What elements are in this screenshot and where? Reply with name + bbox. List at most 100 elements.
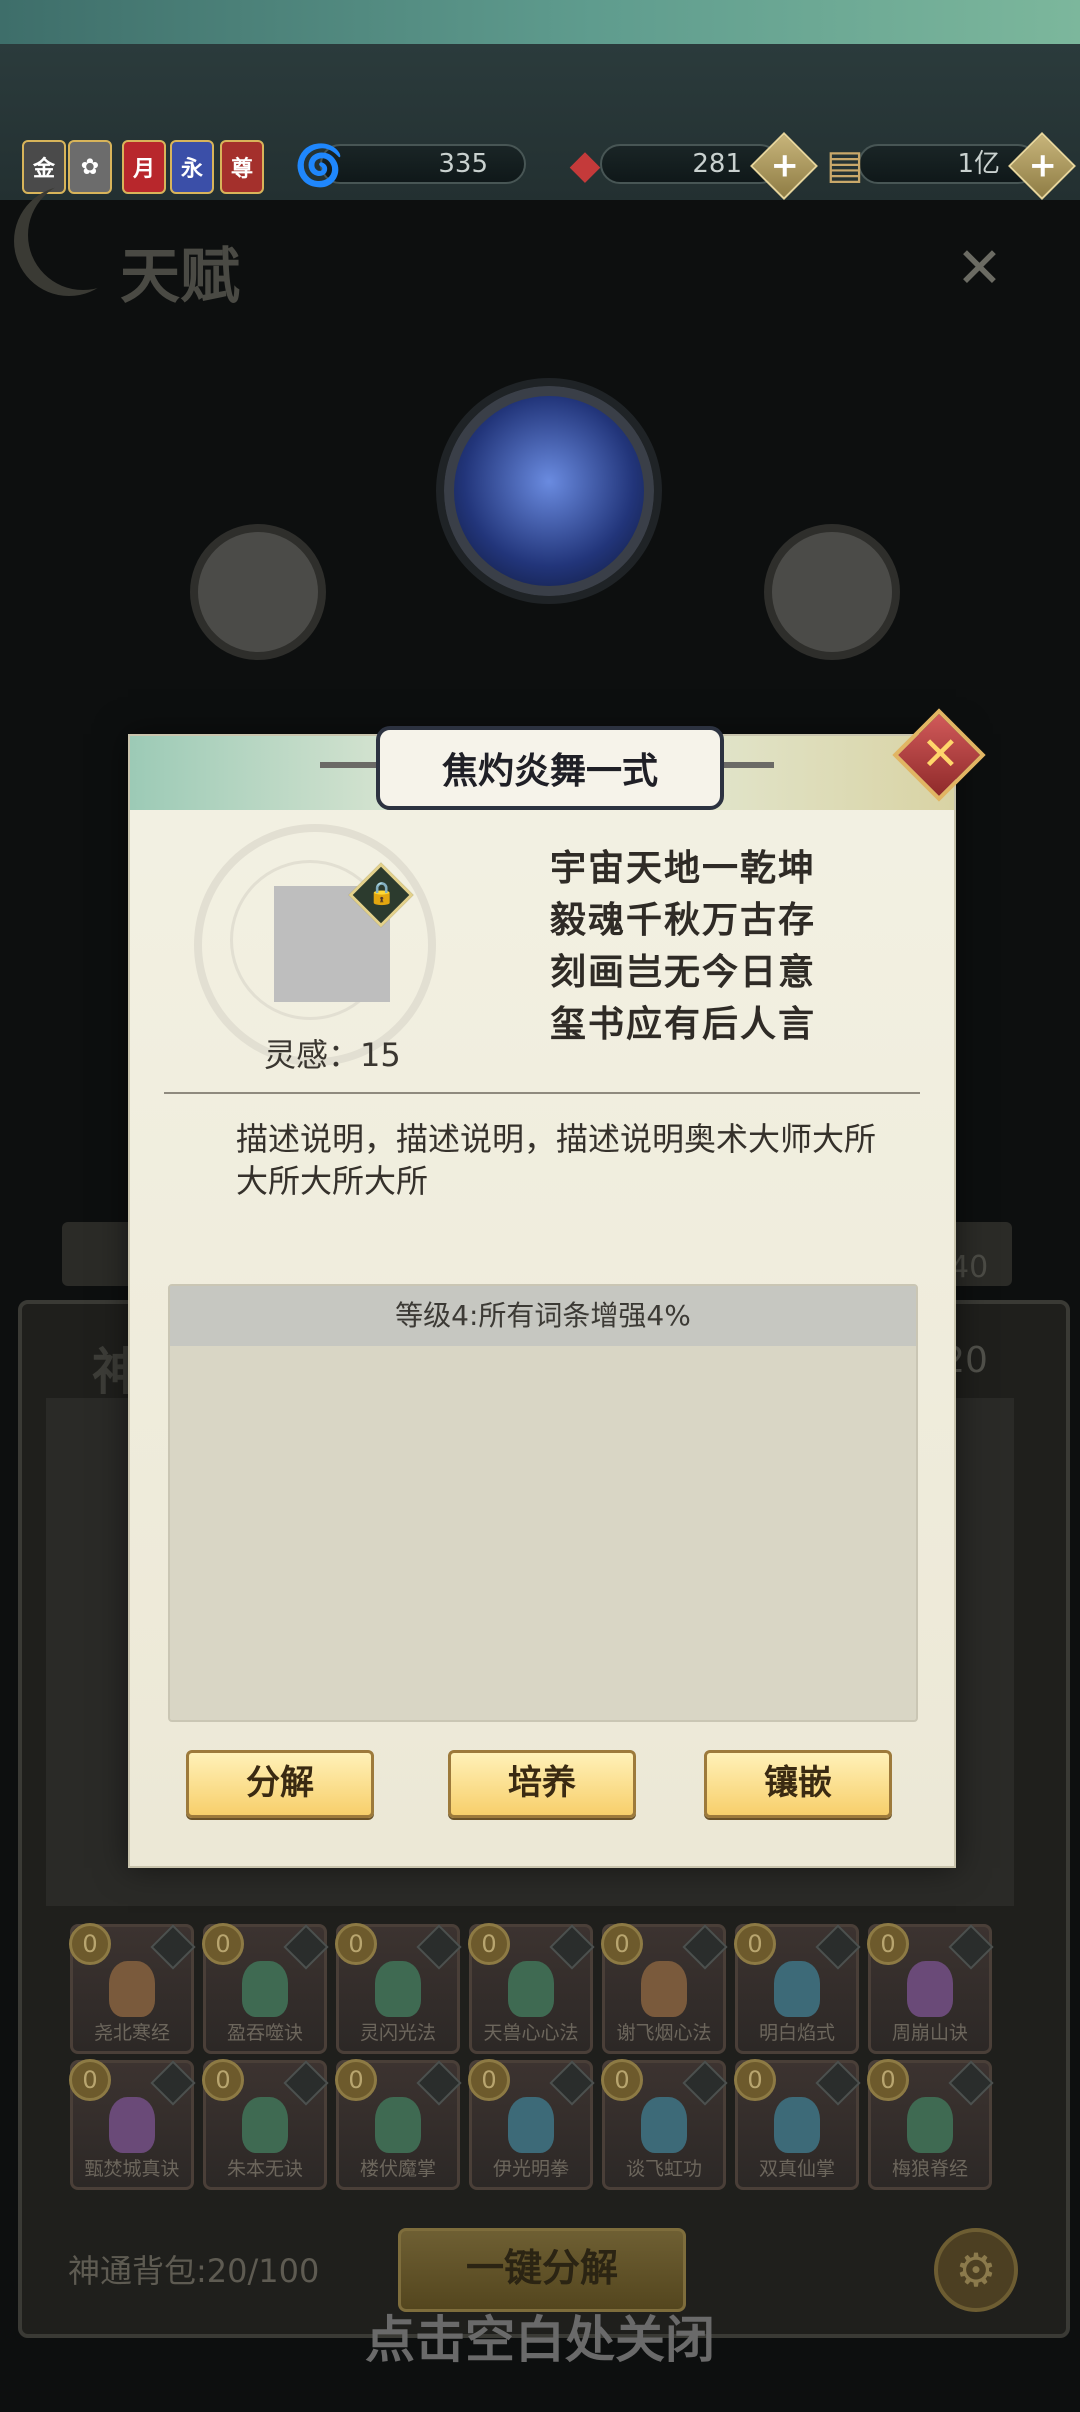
plus-icon: + bbox=[1028, 145, 1057, 186]
lock-icon bbox=[815, 1924, 861, 1970]
item-cell[interactable]: 0 楼伏魔掌 bbox=[335, 2059, 462, 2190]
item-name: 甄焚城真诀 bbox=[84, 2158, 180, 2180]
item-name: 灵闪光法 bbox=[359, 2022, 436, 2044]
skill-gem-icon bbox=[375, 2097, 421, 2153]
item-cell[interactable]: 0 甄焚城真诀 bbox=[69, 2059, 196, 2190]
inspiration-value: 灵感：15 bbox=[264, 1036, 401, 1074]
effect-level-header: 等级4:所有词条增强4% bbox=[170, 1286, 916, 1346]
lock-icon bbox=[283, 2060, 329, 2106]
skill-gem-icon bbox=[907, 1961, 953, 2017]
item-cell[interactable]: 0 盈吞噬诀 bbox=[202, 1923, 329, 2054]
skill-gem-icon bbox=[641, 1961, 687, 2017]
item-count-badge: 0 bbox=[734, 1923, 776, 1965]
item-name: 尧北寒经 bbox=[93, 2022, 170, 2044]
skill-gem-icon bbox=[242, 1961, 288, 2017]
item-name: 楼伏魔掌 bbox=[359, 2158, 436, 2180]
item-count-badge: 0 bbox=[867, 2059, 909, 2101]
skill-poem: 宇宙天地一乾坤 毅魂千秋万古存 刻画岂无今日意 玺书应有后人言 bbox=[550, 842, 816, 1050]
lock-icon bbox=[416, 2060, 462, 2106]
vip-badge-honor[interactable]: 尊 bbox=[220, 140, 264, 194]
item-name: 周崩山诀 bbox=[891, 2022, 968, 2044]
vip-badge-forever[interactable]: 永 bbox=[170, 140, 214, 194]
poem-line: 玺书应有后人言 bbox=[550, 1003, 817, 1045]
item-count-badge: 0 bbox=[468, 1923, 510, 1965]
lock-icon bbox=[549, 1924, 595, 1970]
talent-slot-left[interactable] bbox=[190, 524, 326, 660]
bag-capacity-label: 神通背包:20/100 bbox=[68, 2252, 320, 2290]
tap-to-close-hint[interactable]: 点击空白处关闭 bbox=[0, 2300, 1080, 2372]
plus-icon: + bbox=[770, 145, 799, 186]
lock-icon bbox=[549, 2060, 595, 2106]
lock-icon bbox=[283, 1924, 329, 1970]
skill-detail-modal: 焦灼炎舞一式 ✕ 🔒 灵感：15 宇宙天地一乾坤 毅魂千秋万古存 刻画岂无今日意… bbox=[128, 708, 986, 1868]
item-count-badge: 0 bbox=[601, 2059, 643, 2101]
red-crystal-icon: ◆ bbox=[569, 142, 601, 188]
talent-slot-right[interactable] bbox=[764, 524, 900, 660]
item-cell[interactable]: 0 明白焰式 bbox=[734, 1923, 861, 2054]
item-count-badge: 0 bbox=[202, 2059, 244, 2101]
lock-icon bbox=[682, 2060, 728, 2106]
item-name: 朱本无诀 bbox=[226, 2158, 303, 2180]
item-name: 伊光明拳 bbox=[492, 2158, 569, 2180]
item-name: 梅狼脊经 bbox=[891, 2158, 968, 2180]
item-cell[interactable]: 0 灵闪光法 bbox=[335, 1923, 462, 2054]
item-cell[interactable]: 0 朱本无诀 bbox=[202, 2059, 329, 2190]
item-cell[interactable]: 0 梅狼脊经 bbox=[867, 2059, 994, 2190]
item-cell[interactable]: 0 伊光明拳 bbox=[468, 2059, 595, 2190]
lock-icon bbox=[150, 1924, 196, 1970]
item-count-badge: 0 bbox=[335, 1923, 377, 1965]
decompose-button[interactable]: 分解 bbox=[186, 1750, 374, 1818]
item-count-badge: 0 bbox=[202, 1923, 244, 1965]
cultivate-button[interactable]: 培养 bbox=[448, 1750, 636, 1818]
skill-gem-icon bbox=[774, 2097, 820, 2153]
add-coin-button[interactable]: + bbox=[1008, 132, 1076, 200]
item-count-badge: 0 bbox=[69, 2059, 111, 2101]
modal-title: 焦灼炎舞一式 bbox=[441, 751, 658, 792]
modal-title-plate: 焦灼炎舞一式 bbox=[376, 726, 724, 810]
spirit-resource: 335 bbox=[320, 144, 526, 184]
poem-line: 宇宙天地一乾坤 bbox=[550, 847, 817, 889]
skill-gem-icon bbox=[508, 1961, 554, 2017]
item-count-badge: 0 bbox=[867, 1923, 909, 1965]
scroll-icon: ▤ bbox=[826, 142, 864, 188]
item-name: 明白焰式 bbox=[758, 2022, 835, 2044]
item-cell[interactable]: 0 周崩山诀 bbox=[867, 1923, 994, 2054]
item-cell[interactable]: 0 谈飞虹功 bbox=[601, 2059, 728, 2190]
title-rod-left bbox=[320, 762, 380, 768]
vip-badge-month[interactable]: 月 bbox=[122, 140, 166, 194]
item-count-badge: 0 bbox=[601, 1923, 643, 1965]
item-cell[interactable]: 0 谢飞烟心法 bbox=[601, 1923, 728, 2054]
poem-line: 毅魂千秋万古存 bbox=[550, 899, 817, 941]
item-name: 双真仙掌 bbox=[758, 2158, 835, 2180]
skill-gem-icon bbox=[109, 1961, 155, 2017]
skill-description: 描述说明，描述说明，描述说明奥术大师大所大所大所大所 bbox=[236, 1120, 877, 1200]
item-count-badge: 0 bbox=[335, 2059, 377, 2101]
currency-bar: 金 ✿ 月 永 尊 335 🌀 281 ◆ + 1亿 ▤ + bbox=[0, 132, 1080, 200]
skill-gem-icon bbox=[242, 2097, 288, 2153]
close-icon[interactable]: ✕ bbox=[956, 236, 1003, 301]
skill-gem-icon bbox=[375, 1961, 421, 2017]
skill-gem-icon bbox=[508, 2097, 554, 2153]
divider bbox=[164, 1092, 920, 1094]
item-cell[interactable]: 0 双真仙掌 bbox=[734, 2059, 861, 2190]
add-gem-button[interactable]: + bbox=[750, 132, 818, 200]
main-talent-orb[interactable] bbox=[444, 386, 654, 596]
item-count-badge: 0 bbox=[468, 2059, 510, 2101]
item-cell[interactable]: 0 天兽心心法 bbox=[468, 1923, 595, 2054]
item-count-badge: 0 bbox=[734, 2059, 776, 2101]
lock-icon bbox=[150, 2060, 196, 2106]
poem-line: 刻画岂无今日意 bbox=[550, 951, 817, 993]
item-name: 天兽心心法 bbox=[483, 2022, 579, 2044]
lock-icon bbox=[948, 1924, 994, 1970]
item-name: 谈飞虹功 bbox=[625, 2158, 702, 2180]
inlay-button[interactable]: 镶嵌 bbox=[704, 1750, 892, 1818]
item-name: 盈吞噬诀 bbox=[226, 2022, 303, 2044]
lock-icon bbox=[682, 1924, 728, 1970]
skill-gem-icon bbox=[774, 1961, 820, 2017]
top-banner bbox=[0, 0, 1080, 44]
skill-gem-icon bbox=[907, 2097, 953, 2153]
item-cell[interactable]: 0 尧北寒经 bbox=[69, 1923, 196, 2054]
spiral-icon: 🌀 bbox=[294, 142, 344, 189]
close-icon: ✕ bbox=[921, 726, 960, 781]
effects-panel: 等级4:所有词条增强4% bbox=[168, 1284, 918, 1722]
